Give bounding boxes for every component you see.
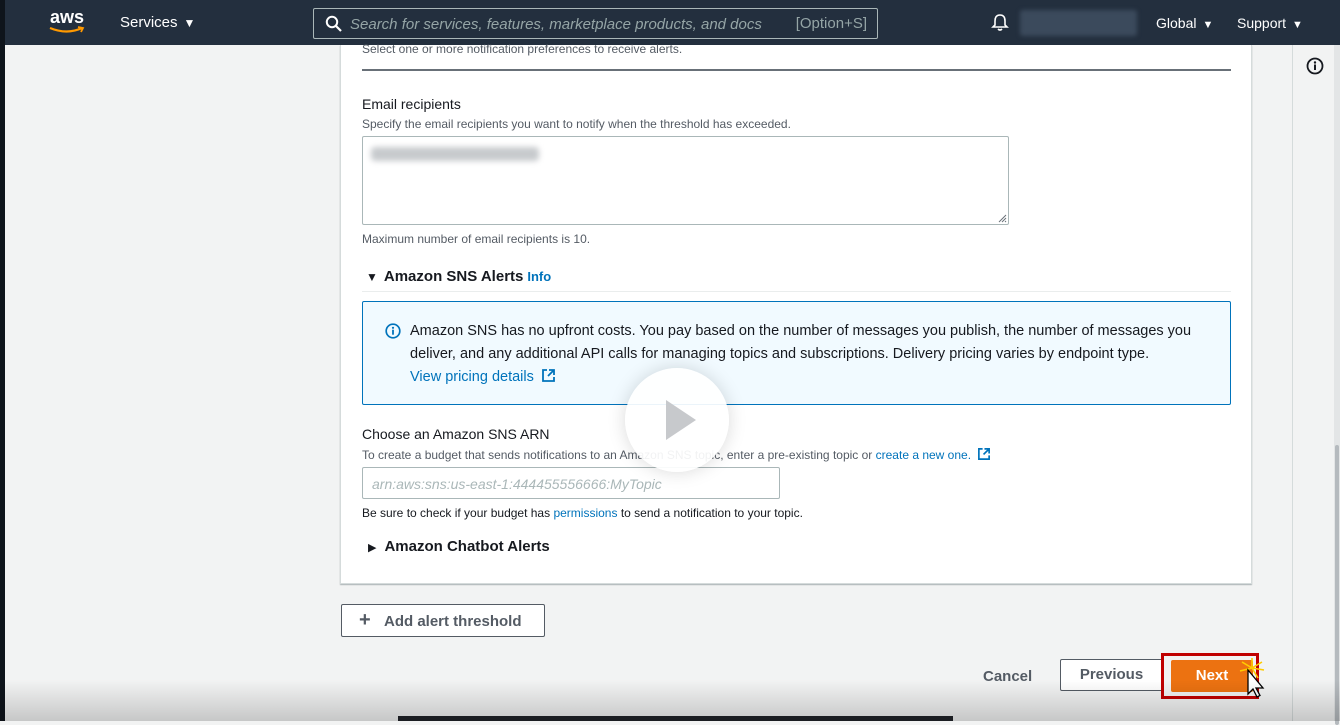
sns-info-link[interactable]: Info — [527, 269, 551, 284]
search-icon — [325, 15, 342, 32]
play-icon — [666, 400, 696, 440]
chatbot-section-toggle[interactable]: ▶ Amazon Chatbot Alerts — [368, 538, 550, 556]
left-edge — [0, 45, 5, 721]
external-link-icon — [978, 448, 991, 460]
region-label: Global — [1156, 15, 1197, 31]
alert-threshold-panel: Select one or more notification preferen… — [340, 42, 1252, 584]
account-menu-redacted[interactable] — [1020, 10, 1137, 36]
sns-arn-label: Choose an Amazon SNS ARN — [362, 426, 550, 442]
caret-right-icon: ▶ — [368, 542, 377, 554]
caret-down-icon: ▼ — [183, 16, 196, 30]
search-shortcut: [Option+S] — [795, 15, 867, 32]
email-recipients-label: Email recipients — [362, 96, 461, 112]
create-topic-link[interactable]: create a new one. — [876, 448, 971, 462]
region-menu[interactable]: Global ▼ — [1156, 15, 1213, 31]
section-rule — [362, 291, 1231, 292]
sns-info-alert: Amazon SNS has no upfront costs. You pay… — [362, 301, 1231, 405]
add-alert-threshold-label: Add alert threshold — [384, 613, 522, 630]
permissions-note-post: to send a notification to your topic. — [617, 506, 803, 520]
cancel-button[interactable]: Cancel — [983, 668, 1032, 685]
sns-section-toggle[interactable]: ▼ Amazon SNS Alerts Info — [366, 268, 551, 286]
info-circle-icon — [385, 323, 401, 339]
help-panel-rail — [1292, 45, 1334, 721]
section-divider — [362, 69, 1231, 71]
info-icon[interactable] — [1306, 57, 1324, 75]
mouse-pointer-icon — [1239, 658, 1265, 698]
scrollbar-thumb[interactable] — [1335, 445, 1339, 725]
plus-icon: + — [359, 609, 371, 631]
search-box[interactable]: Search for services, features, marketpla… — [313, 8, 878, 39]
sns-arn-input[interactable]: arn:aws:sns:us-east-1:444455556666:MyTop… — [362, 467, 780, 499]
notification-hint: Select one or more notification preferen… — [362, 42, 683, 56]
external-link-icon — [541, 369, 555, 382]
email-value-redacted — [371, 147, 539, 161]
view-pricing-link[interactable]: View pricing details — [410, 369, 556, 385]
services-menu[interactable]: Services ▼ — [120, 14, 195, 31]
permissions-note-pre: Be sure to check if your budget has — [362, 506, 554, 520]
bell-icon[interactable] — [991, 13, 1009, 32]
email-recipients-constraint: Maximum number of email recipients is 10… — [362, 232, 591, 246]
caret-down-icon: ▼ — [366, 270, 378, 284]
services-label: Services — [120, 14, 178, 31]
permissions-link[interactable]: permissions — [553, 506, 617, 520]
email-recipients-textarea[interactable] — [362, 136, 1009, 225]
permissions-note: Be sure to check if your budget has perm… — [362, 506, 803, 520]
video-progress-bar[interactable] — [398, 716, 953, 721]
previous-button[interactable]: Previous — [1060, 659, 1163, 691]
email-recipients-description: Specify the email recipients you want to… — [362, 117, 791, 131]
search-placeholder: Search for services, features, marketpla… — [350, 16, 762, 33]
support-menu[interactable]: Support ▼ — [1237, 15, 1303, 31]
sns-arn-description-text: To create a budget that sends notificati… — [362, 448, 876, 462]
resize-grip-icon[interactable] — [998, 214, 1007, 223]
aws-smile-icon — [49, 26, 85, 33]
caret-down-icon: ▼ — [1292, 19, 1303, 31]
support-label: Support — [1237, 15, 1287, 31]
top-nav-bar: aws Services ▼ Search for services, featu… — [0, 0, 1340, 45]
aws-logo[interactable]: aws — [47, 7, 87, 35]
aws-logo-text: aws — [49, 7, 85, 27]
caret-down-icon: ▼ — [1202, 19, 1214, 31]
sns-arn-placeholder: arn:aws:sns:us-east-1:444455556666:MyTop… — [372, 476, 662, 492]
add-alert-threshold-button[interactable]: + Add alert threshold — [341, 604, 545, 637]
sns-alert-text: Amazon SNS has no upfront costs. You pay… — [410, 323, 1192, 362]
page-scrollbar[interactable] — [1334, 45, 1340, 725]
video-play-button[interactable] — [625, 368, 729, 472]
sns-section-title: Amazon SNS Alerts — [383, 268, 524, 285]
chatbot-section-title: Amazon Chatbot Alerts — [384, 538, 550, 555]
view-pricing-label: View pricing details — [410, 369, 534, 385]
